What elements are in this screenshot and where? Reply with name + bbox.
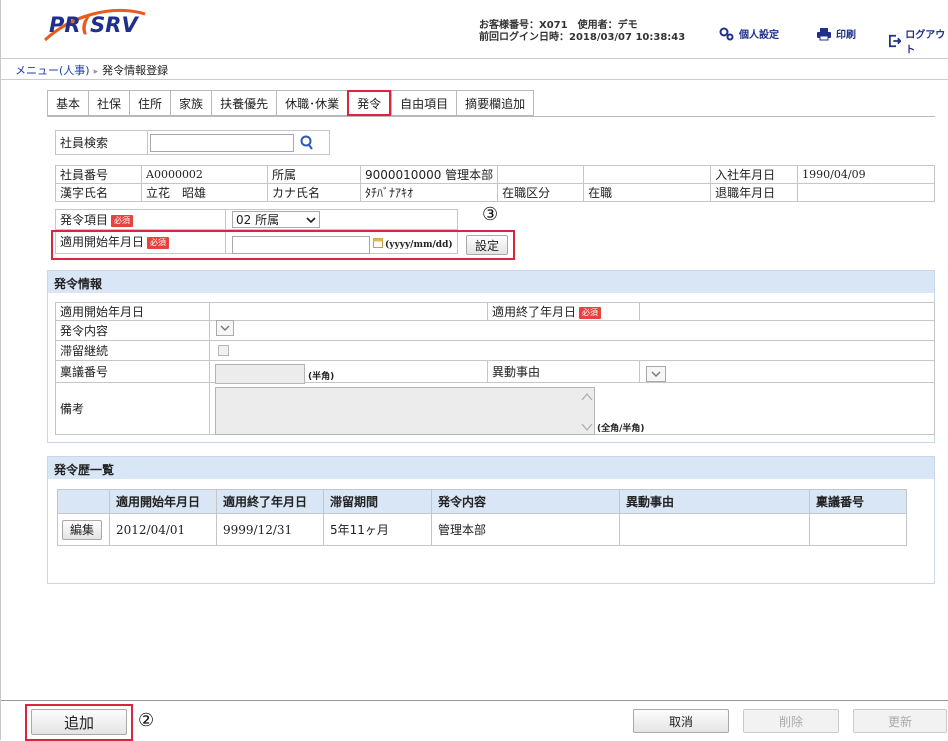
edit-button[interactable]: 編集 <box>62 519 102 540</box>
history-table: 適用開始年月日 適用終了年月日 滞留期間 発令内容 異動事由 稟議番号 編集 2… <box>57 489 907 546</box>
reason-dropdown[interactable] <box>646 366 666 382</box>
tab-order[interactable]: 発令 <box>347 90 392 116</box>
row-end: 9999/12/31 <box>216 513 324 546</box>
breadcrumb-current: 発令情報登録 <box>102 64 169 77</box>
order-info-title: 発令情報 <box>48 271 934 293</box>
footer-bar: 追加 ② 取消 削除 更新 <box>1 700 948 741</box>
employment-status-label: 在職区分 <box>497 183 585 202</box>
col-period: 滞留期間 <box>323 489 432 514</box>
cancel-button[interactable]: 取消 <box>633 709 729 733</box>
content-dropdown[interactable] <box>216 320 234 336</box>
col-content: 発令内容 <box>431 489 620 514</box>
tab-family[interactable]: 家族 <box>170 90 212 116</box>
history-header-row: 適用開始年月日 適用終了年月日 滞留期間 発令内容 異動事由 稟議番号 <box>57 489 907 514</box>
content-label: 発令内容 <box>55 320 210 341</box>
logout-icon <box>889 34 902 48</box>
personal-settings-button[interactable]: 個人設定 <box>719 26 779 41</box>
employee-search-input[interactable] <box>150 134 294 152</box>
employee-no-label: 社員番号 <box>55 165 142 184</box>
halfwidth-hint: (半角) <box>308 372 335 382</box>
col-proposal: 稟議番号 <box>809 489 907 514</box>
kanji-name-label: 漢字氏名 <box>55 183 142 202</box>
dept-label: 所属 <box>267 165 361 184</box>
breadcrumb: メニュー(人事) ▸ 発令情報登録 <box>15 62 168 78</box>
remarks-label: 備考 <box>55 382 210 435</box>
order-item-value: 02 所属 <box>236 213 280 227</box>
employee-no: A0000002 <box>141 165 268 184</box>
account-line-1: お客様番号：X071 使用者：デモ <box>479 20 638 31</box>
retire-date-label: 退職年月日 <box>710 183 799 202</box>
order-item-label: 発令項目 <box>60 213 109 227</box>
dept-value: 9000010000 管理本部 <box>359 165 499 184</box>
chevron-down-icon <box>651 371 661 377</box>
annotation-number-2: ② <box>138 710 155 731</box>
retire-date <box>797 183 935 202</box>
logout-button[interactable]: ログアウト <box>889 26 948 56</box>
kana-name-label: カナ氏名 <box>267 183 361 202</box>
printer-icon <box>817 27 831 40</box>
breadcrumb-separator-icon: ▸ <box>93 67 99 77</box>
app-logo[interactable]: PR(SRV <box>49 13 138 37</box>
update-button[interactable]: 更新 <box>853 709 947 733</box>
highlight-box-start-date <box>51 230 515 260</box>
tab-social-insurance[interactable]: 社保 <box>88 90 130 116</box>
search-label: 社員検索 <box>55 130 148 155</box>
breadcrumb-menu-link[interactable]: メニュー(人事) <box>15 64 90 77</box>
row-proposal <box>809 513 907 546</box>
last-login: 前回ログイン日時：2018/03/07 10:38:43 <box>479 32 686 43</box>
reason-label: 異動事由 <box>487 360 640 383</box>
tab-dependent-priority[interactable]: 扶養優先 <box>211 90 277 116</box>
info-start-label: 適用開始年月日 <box>55 302 210 321</box>
row-period: 5年11ヶ月 <box>323 513 432 546</box>
stay-label: 滞留継続 <box>55 340 210 361</box>
tab-bar: 基本 社保 住所 家族 扶養優先 休職･休業 発令 自由項目 摘要欄追加 <box>47 90 535 116</box>
row-start: 2012/04/01 <box>109 513 217 546</box>
stay-checkbox[interactable] <box>218 345 229 356</box>
required-badge: 必須 <box>111 215 134 227</box>
tab-basic[interactable]: 基本 <box>47 90 89 116</box>
remarks-textarea[interactable] <box>215 387 595 435</box>
row-content: 管理本部 <box>431 513 620 546</box>
tab-add-summary[interactable]: 摘要欄追加 <box>456 90 535 116</box>
tab-underline <box>47 116 935 117</box>
employment-status: 在職 <box>583 183 712 202</box>
delete-button[interactable]: 削除 <box>743 709 839 733</box>
tab-address[interactable]: 住所 <box>129 90 171 116</box>
kana-name: ﾀﾁﾊﾞﾅｱｷｵ <box>359 183 499 202</box>
account-info: お客様番号：X071 使用者：デモ 前回ログイン日時：2018/03/07 10… <box>479 20 685 44</box>
breadcrumb-bar: メニュー(人事) ▸ 発令情報登録 <box>1 58 948 80</box>
proposal-input[interactable] <box>215 364 305 384</box>
history-title: 発令歴一覧 <box>48 457 934 479</box>
hire-date: 1990/04/09 <box>797 165 935 184</box>
table-row: 編集 2012/04/01 9999/12/31 5年11ヶ月 管理本部 <box>57 513 907 546</box>
row-reason <box>619 513 810 546</box>
print-button[interactable]: 印刷 <box>816 26 856 41</box>
info-end-label: 適用終了年月日 <box>492 305 577 319</box>
search-icon[interactable] <box>300 135 314 150</box>
tab-free-items[interactable]: 自由項目 <box>391 90 457 116</box>
app-frame: PR(SRV お客様番号：X071 使用者：デモ 前回ログイン日時：2018/0… <box>0 0 948 741</box>
settings-icon <box>719 27 734 40</box>
chevron-down-icon <box>306 216 316 223</box>
chevron-down-icon <box>220 325 230 331</box>
proposal-label: 稟議番号 <box>55 360 210 383</box>
col-end: 適用終了年月日 <box>216 489 324 514</box>
hire-date-label: 入社年月日 <box>710 165 799 184</box>
remarks-hint: (全角/半角) <box>597 424 645 434</box>
order-item-select[interactable]: 02 所属 <box>232 211 320 228</box>
required-badge: 必須 <box>579 307 602 319</box>
employee-info-table: 社員番号 A0000002 所属 9000010000 管理本部 入社年月日 1… <box>55 165 935 202</box>
tab-leave[interactable]: 休職･休業 <box>276 90 348 116</box>
highlight-box-add <box>25 704 133 741</box>
app-header: PR(SRV お客様番号：X071 使用者：デモ 前回ログイン日時：2018/0… <box>1 0 948 58</box>
annotation-number-3: ③ <box>482 204 499 225</box>
col-start: 適用開始年月日 <box>109 489 217 514</box>
kanji-name: 立花 昭雄 <box>141 183 268 202</box>
textarea-scroll-icon[interactable] <box>581 392 593 432</box>
col-reason: 異動事由 <box>619 489 810 514</box>
